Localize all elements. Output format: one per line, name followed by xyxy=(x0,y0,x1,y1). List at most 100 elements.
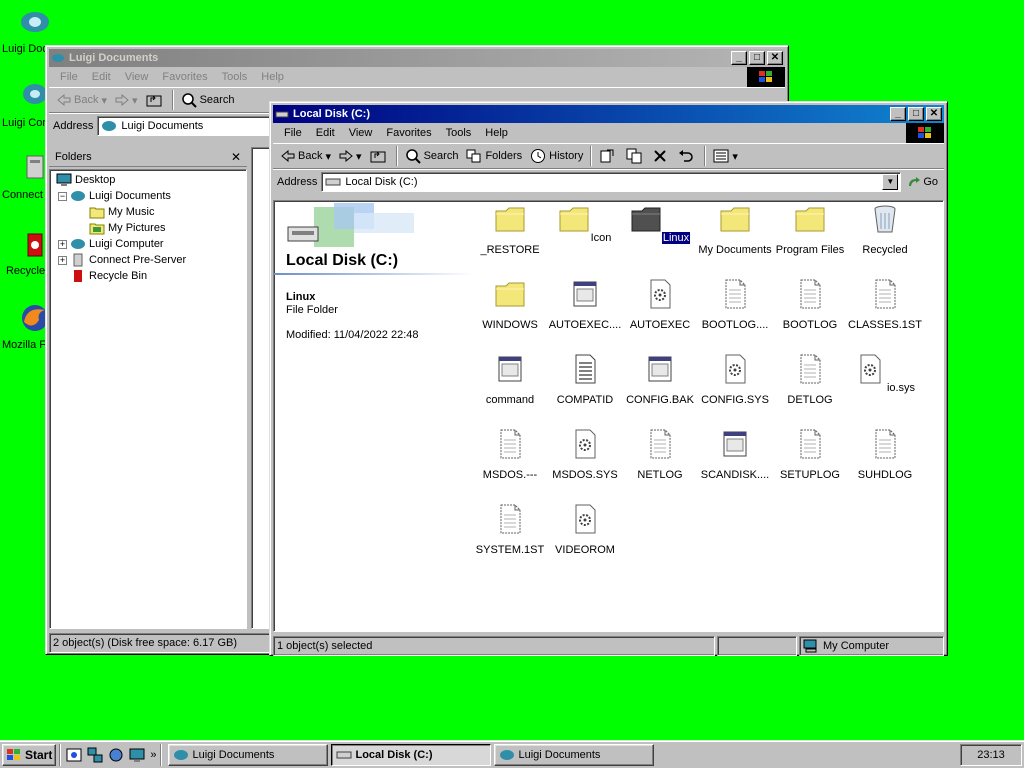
tree-item-my-music[interactable]: My Music xyxy=(52,204,244,220)
taskbar-separator xyxy=(59,743,62,766)
file-item[interactable]: DETLOG xyxy=(772,353,848,406)
title-bar[interactable]: Local Disk (C:) _ □ ✕ xyxy=(273,105,944,123)
show-desktop-icon[interactable] xyxy=(129,747,145,763)
minimize-button[interactable]: _ xyxy=(731,51,747,65)
menu-favorites[interactable]: Favorites xyxy=(155,71,214,83)
network-quicklaunch-icon[interactable] xyxy=(87,747,103,763)
back-button[interactable]: Back ▾ xyxy=(277,145,335,167)
drive-icon xyxy=(275,111,289,118)
file-item[interactable]: command xyxy=(472,353,548,406)
file-item[interactable]: SCANDISK.... xyxy=(697,428,773,481)
file-item[interactable]: SYSTEM.1ST xyxy=(472,503,548,556)
quicklaunch-more-icon[interactable]: » xyxy=(150,749,156,761)
clock[interactable]: 23:13 xyxy=(977,749,1005,761)
delete-button[interactable] xyxy=(649,145,674,167)
expand-toggle[interactable]: + xyxy=(58,255,67,265)
file-item[interactable]: Icon xyxy=(547,203,623,244)
file-item[interactable]: io.sys xyxy=(847,353,923,394)
close-button[interactable]: ✕ xyxy=(926,107,942,121)
folders-close-button[interactable]: ✕ xyxy=(231,150,241,164)
recycle-bin-icon xyxy=(74,270,82,282)
file-item[interactable]: BOOTLOG.... xyxy=(697,278,773,331)
delete-icon xyxy=(654,150,667,162)
up-folder-button[interactable] xyxy=(366,145,393,167)
file-item[interactable]: VIDEOROM xyxy=(547,503,623,556)
tree-item-luigi-documents[interactable]: − Luigi Documents xyxy=(52,188,244,204)
task-label: Local Disk (C:) xyxy=(355,748,433,761)
file-item[interactable]: NETLOG xyxy=(622,428,698,481)
minimize-button[interactable]: _ xyxy=(890,107,906,121)
copy-to-button[interactable] xyxy=(622,145,649,167)
tree-item-desktop[interactable]: Desktop xyxy=(52,172,244,188)
copy-to-icon xyxy=(626,148,642,164)
tree-item-label: Recycle Bin xyxy=(89,270,148,282)
file-item[interactable]: _RESTORE xyxy=(472,203,548,256)
menu-tools[interactable]: Tools xyxy=(439,127,479,139)
file-item[interactable]: Program Files xyxy=(772,203,848,256)
browser-quicklaunch-icon[interactable] xyxy=(108,747,124,763)
tree-item-recycle-bin[interactable]: Recycle Bin xyxy=(52,268,244,284)
file-label: NETLOG xyxy=(637,469,683,481)
file-item[interactable]: Recycled xyxy=(847,203,923,256)
close-button[interactable]: ✕ xyxy=(767,51,783,65)
search-button[interactable]: Search xyxy=(177,89,239,111)
menu-file[interactable]: File xyxy=(277,127,309,139)
title-bar[interactable]: Luigi Documents _ □ ✕ xyxy=(49,49,785,67)
expand-toggle[interactable]: + xyxy=(58,239,67,249)
menu-edit[interactable]: Edit xyxy=(85,71,118,83)
undo-button[interactable] xyxy=(674,145,701,167)
menu-tools[interactable]: Tools xyxy=(215,71,255,83)
menu-edit[interactable]: Edit xyxy=(309,127,342,139)
file-item[interactable]: WINDOWS xyxy=(472,278,548,331)
selected-item-name: Linux xyxy=(286,291,316,303)
address-dropdown-button[interactable]: ▼ xyxy=(882,173,899,190)
tree-item-luigi-computer[interactable]: + Luigi Computer xyxy=(52,236,244,252)
back-button[interactable]: Back ▾ xyxy=(53,89,111,111)
taskbar-button-local-disk[interactable]: Local Disk (C:) xyxy=(331,743,492,766)
maximize-button[interactable]: □ xyxy=(749,51,765,65)
search-button[interactable]: Search xyxy=(401,145,463,167)
start-button[interactable]: Start xyxy=(2,743,57,766)
file-item[interactable]: COMPATID xyxy=(547,353,623,406)
menu-help[interactable]: Help xyxy=(254,71,291,83)
taskbar-button-luigi-documents-2[interactable]: Luigi Documents xyxy=(494,743,655,766)
explorer-quicklaunch-icon[interactable] xyxy=(66,747,82,763)
forward-button[interactable]: ▾ xyxy=(111,89,142,111)
file-icon xyxy=(875,429,896,459)
history-button[interactable]: History xyxy=(526,145,587,167)
tree-item-my-pictures[interactable]: My Pictures xyxy=(52,220,244,236)
file-label: BOOTLOG xyxy=(782,319,838,331)
system-file-icon xyxy=(725,354,746,384)
address-field[interactable]: Local Disk (C:) ▼ xyxy=(321,171,902,192)
menu-favorites[interactable]: Favorites xyxy=(379,127,438,139)
file-item[interactable]: BOOTLOG xyxy=(772,278,848,331)
menu-file[interactable]: File xyxy=(53,71,85,83)
go-button[interactable]: Go xyxy=(901,176,944,188)
collapse-toggle[interactable]: − xyxy=(58,191,67,201)
file-item[interactable]: MSDOS.--- xyxy=(472,428,548,481)
file-item[interactable]: MSDOS.SYS xyxy=(547,428,623,481)
file-item[interactable]: CONFIG.BAK xyxy=(622,353,698,406)
views-button[interactable]: ▾ xyxy=(709,145,742,167)
maximize-button[interactable]: □ xyxy=(908,107,924,121)
file-item[interactable]: SUHDLOG xyxy=(847,428,923,481)
file-item[interactable]: My Documents xyxy=(697,203,773,256)
status-text: 2 object(s) (Disk free space: 6.17 GB) xyxy=(49,633,271,653)
menu-help[interactable]: Help xyxy=(478,127,515,139)
file-item[interactable]: AUTOEXEC.... xyxy=(547,278,623,331)
local-disk-window[interactable]: Local Disk (C:) _ □ ✕ File Edit View Fav… xyxy=(269,101,948,656)
file-item[interactable]: CLASSES.1ST xyxy=(847,278,923,331)
forward-button[interactable]: ▾ xyxy=(335,145,366,167)
tree-item-connect-pre-server[interactable]: + Connect Pre-Server xyxy=(52,252,244,268)
up-folder-button[interactable] xyxy=(142,89,169,111)
file-label: Linux xyxy=(660,231,692,245)
file-item[interactable]: SETUPLOG xyxy=(772,428,848,481)
file-item[interactable]: Linux xyxy=(622,203,698,245)
menu-view[interactable]: View xyxy=(342,127,380,139)
menu-view[interactable]: View xyxy=(118,71,156,83)
taskbar-button-luigi-documents[interactable]: Luigi Documents xyxy=(168,743,329,766)
file-item[interactable]: CONFIG.SYS xyxy=(697,353,773,406)
folders-button[interactable]: Folders xyxy=(462,145,526,167)
move-to-button[interactable] xyxy=(595,145,622,167)
file-item[interactable]: AUTOEXEC xyxy=(622,278,698,331)
